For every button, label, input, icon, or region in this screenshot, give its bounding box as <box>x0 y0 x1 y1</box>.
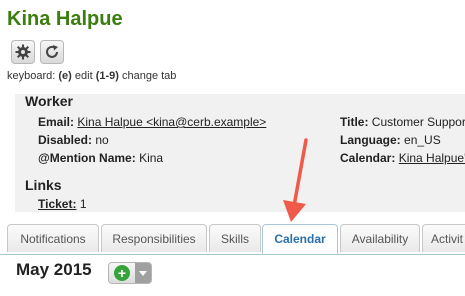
tab-availability[interactable]: Availability <box>340 224 420 252</box>
disabled-label: Disabled: <box>38 133 93 147</box>
annotation-arrow-icon <box>283 138 308 222</box>
links-heading: Links <box>25 177 62 193</box>
title-field: Title: Customer Suppor <box>340 115 465 129</box>
worker-heading: Worker <box>25 93 73 109</box>
ticket-count: 1 <box>79 197 87 211</box>
calendar-field: Calendar: Kina Halpue' <box>340 151 465 165</box>
refresh-icon <box>46 45 58 58</box>
calendar-menu-toggle[interactable] <box>135 263 151 283</box>
edit-label: edit <box>71 70 96 82</box>
tab-skills[interactable]: Skills <box>209 224 261 252</box>
calendar-add-menu-button[interactable]: + <box>108 262 152 284</box>
tab-responsibilities[interactable]: Responsibilities <box>101 224 207 252</box>
ticket-link[interactable]: Ticket: <box>38 197 76 211</box>
keyboard-prefix: keyboard: <box>7 70 59 82</box>
language-value: en_US <box>404 133 441 147</box>
mention-field: @Mention Name: Kina <box>38 151 163 165</box>
email-field: Email: Kina Halpue <kina@cerb.example> <box>38 115 266 129</box>
keyboard-hint: keyboard: (e) edit (1-9) change tab <box>7 70 176 82</box>
ticket-link-field: Ticket: 1 <box>38 197 87 211</box>
disabled-field: Disabled: no <box>38 133 109 147</box>
gear-icon <box>15 44 31 60</box>
mention-label: @Mention Name: <box>38 151 136 165</box>
page-title: Kina Halpue <box>7 8 123 30</box>
settings-button[interactable] <box>11 40 35 64</box>
tab-calendar[interactable]: Calendar <box>262 224 338 254</box>
tab-notifications[interactable]: Notifications <box>7 224 99 252</box>
tab-activity[interactable]: Activit <box>422 224 465 252</box>
title-value: Customer Suppor <box>371 115 465 129</box>
tab-label: change tab <box>118 70 177 82</box>
email-link[interactable]: Kina Halpue <kina@cerb.example> <box>77 115 266 129</box>
refresh-button[interactable] <box>40 40 64 64</box>
calendar-month-label: May 2015 <box>16 260 92 279</box>
language-field: Language: en_US <box>340 133 441 147</box>
calendar-link[interactable]: Kina Halpue' <box>399 151 465 165</box>
tab-keys: (1-9) <box>95 70 119 82</box>
title-label: Title: <box>340 115 369 129</box>
edit-key: (e) <box>58 70 72 82</box>
email-label: Email: <box>38 115 75 129</box>
language-label: Language: <box>340 133 401 147</box>
calendar-label: Calendar: <box>340 151 396 165</box>
plus-circle-icon[interactable]: + <box>114 265 130 281</box>
chevron-down-icon <box>139 271 147 276</box>
disabled-value: no <box>95 133 109 147</box>
mention-value: Kina <box>139 151 164 165</box>
